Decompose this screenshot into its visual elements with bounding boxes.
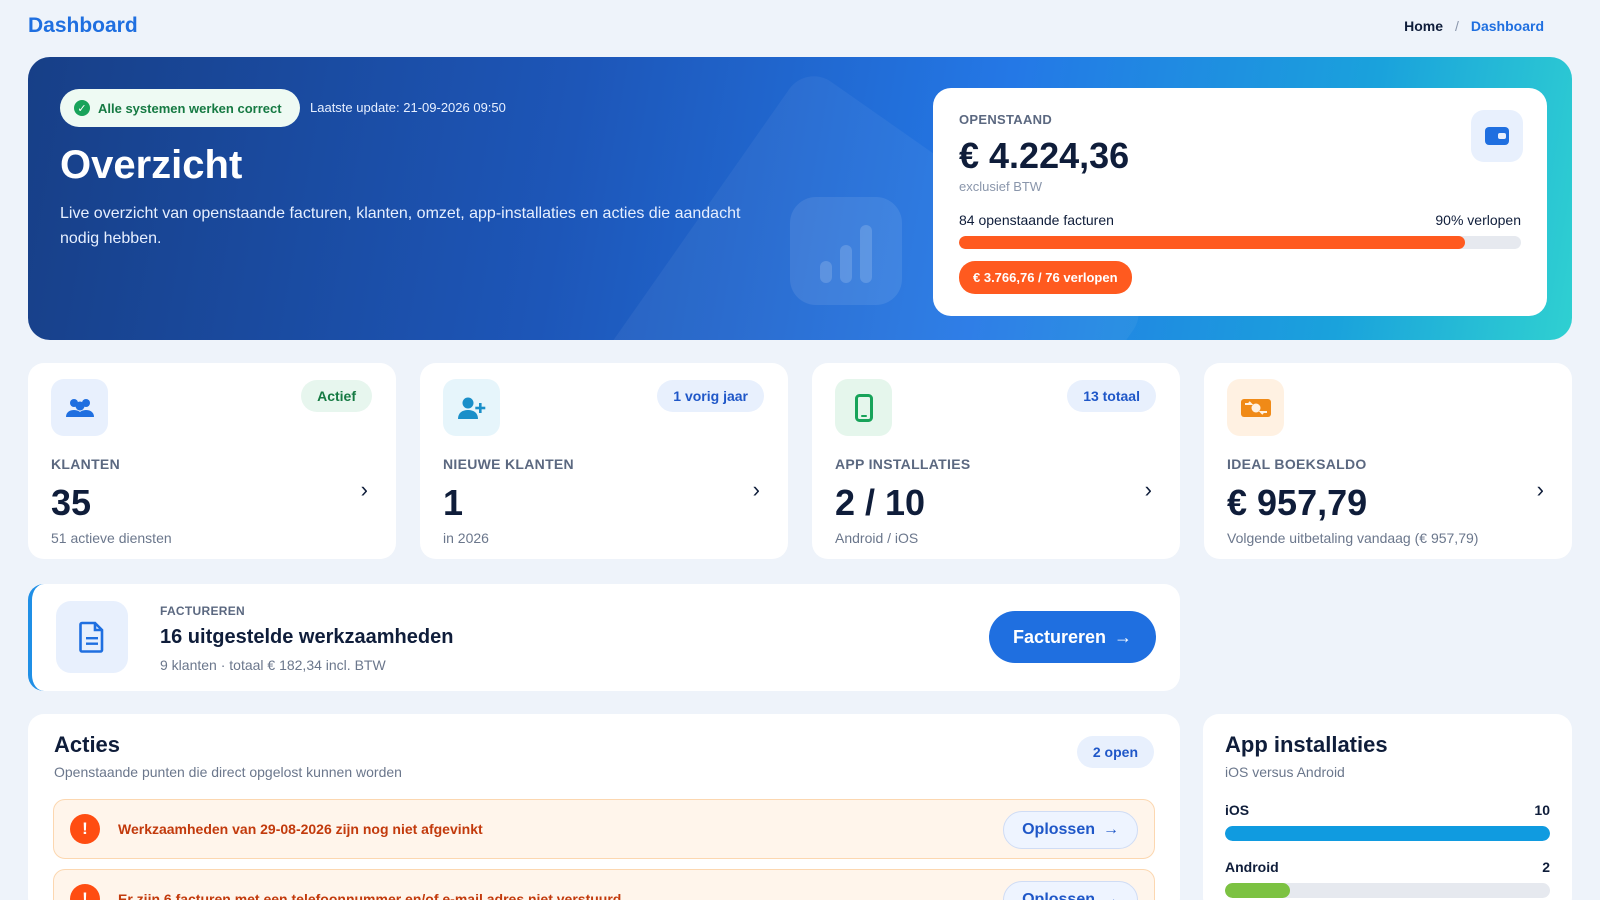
- open-count-badge: 2 open: [1076, 736, 1154, 768]
- hero-banner: ✓ Alle systemen werken correct Laatste u…: [28, 57, 1572, 340]
- arrow-right-icon: →: [1103, 891, 1119, 900]
- hero-title: Overzicht: [60, 143, 243, 187]
- action-text: Er zijn 6 facturen met een telefoonnumme…: [118, 891, 622, 900]
- stat-card-app-installaties[interactable]: 13 totaal APP INSTALLATIES 2 / 10 Androi…: [812, 363, 1180, 559]
- app-installs-panel: App installaties iOS versus Android iOS …: [1203, 714, 1572, 900]
- open-sub: exclusief BTW: [959, 179, 1043, 194]
- invoice-banner: FACTUREREN 16 uitgestelde werkzaamheden …: [28, 584, 1180, 691]
- system-status-badge: ✓ Alle systemen werken correct: [60, 89, 300, 127]
- user-plus-icon: [443, 379, 500, 436]
- wallet-icon: [1471, 110, 1523, 162]
- stat-sub: Android / iOS: [835, 530, 919, 546]
- breadcrumb-current: Dashboard: [1470, 18, 1544, 34]
- overdue-progress-bar: [959, 236, 1521, 249]
- chevron-right-icon[interactable]: ›: [1145, 477, 1152, 503]
- open-progress-row: 84 openstaande facturen 90% verlopen: [959, 212, 1521, 228]
- stat-label: APP INSTALLATIES: [835, 456, 971, 472]
- users-icon: [51, 379, 108, 436]
- stat-sub: Volgende uitbetaling vandaag (€ 957,79): [1227, 530, 1479, 546]
- open-label: OPENSTAAND: [959, 112, 1053, 127]
- top-bar: Dashboard Home / Dashboard: [28, 6, 1558, 46]
- stat-card-nieuwe-klanten[interactable]: 1 vorig jaar NIEUWE KLANTEN 1 in 2026 ›: [420, 363, 788, 559]
- app-bar-fill: [1225, 826, 1550, 841]
- chevron-right-icon[interactable]: ›: [753, 477, 760, 503]
- app-bar: [1225, 826, 1550, 841]
- chevron-right-icon[interactable]: ›: [1537, 477, 1544, 503]
- chart-bars-icon: [790, 197, 902, 305]
- alert-icon: !: [70, 884, 100, 900]
- stat-sub: 51 actieve diensten: [51, 530, 172, 546]
- solve-button-label: Oplossen: [1022, 891, 1095, 900]
- action-item: ! Werkzaamheden van 29-08-2026 zijn nog …: [53, 799, 1155, 859]
- solve-button[interactable]: Oplossen →: [1003, 811, 1138, 849]
- stat-value: 2 / 10: [835, 482, 926, 523]
- stat-label: IDEAL BOEKSALDO: [1227, 456, 1367, 472]
- invoice-button[interactable]: Factureren →: [988, 611, 1156, 663]
- actions-title: Acties: [54, 732, 121, 757]
- solve-button-label: Oplossen: [1022, 821, 1095, 838]
- arrow-right-icon: →: [1103, 821, 1119, 838]
- breadcrumb-separator: /: [1454, 18, 1459, 34]
- actions-panel: Acties Openstaande punten die direct opg…: [28, 714, 1180, 900]
- solve-button[interactable]: Oplossen →: [1003, 881, 1138, 900]
- phone-icon: [835, 379, 892, 436]
- stat-label: NIEUWE KLANTEN: [443, 456, 574, 472]
- overdue-badge[interactable]: € 3.766,76 / 76 verlopen: [959, 261, 1132, 294]
- total-badge: 13 totaal: [1067, 380, 1156, 412]
- overdue-progress-fill: [959, 236, 1465, 249]
- alert-icon: !: [70, 814, 100, 844]
- system-status-text: Alle systemen werken correct: [98, 100, 282, 116]
- app-bar-fill: [1225, 883, 1290, 898]
- check-circle-icon: ✓: [74, 100, 90, 116]
- invoice-button-label: Factureren: [1012, 626, 1106, 647]
- money-transfer-icon: [1227, 379, 1284, 436]
- app-row-label: Android: [1225, 859, 1279, 875]
- breadcrumb: Home / Dashboard: [1404, 18, 1544, 34]
- page-title: Dashboard: [28, 14, 138, 37]
- chevron-right-icon[interactable]: ›: [361, 477, 368, 503]
- stat-label: KLANTEN: [51, 456, 120, 472]
- app-row-value: 10: [1534, 802, 1550, 818]
- app-bar: [1225, 883, 1550, 898]
- app-installs-title: App installaties: [1225, 732, 1388, 757]
- stat-card-ideal-boeksaldo[interactable]: IDEAL BOEKSALDO € 957,79 Volgende uitbet…: [1204, 363, 1572, 559]
- action-text: Werkzaamheden van 29-08-2026 zijn nog ni…: [118, 821, 483, 837]
- action-item: ! Er zijn 6 facturen met een telefoonnum…: [53, 869, 1155, 900]
- open-count: 84 openstaande facturen: [959, 212, 1114, 228]
- invoice-label: FACTUREREN: [160, 604, 246, 618]
- document-icon: [56, 601, 128, 673]
- breadcrumb-home-link[interactable]: Home: [1404, 18, 1443, 34]
- arrow-right-icon: →: [1114, 626, 1132, 647]
- stat-card-klanten[interactable]: Actief KLANTEN 35 51 actieve diensten ›: [28, 363, 396, 559]
- app-row-value: 2: [1542, 859, 1550, 875]
- open-invoices-card[interactable]: OPENSTAAND € 4.224,36 exclusief BTW 84 o…: [933, 88, 1547, 316]
- previous-year-badge: 1 vorig jaar: [657, 380, 764, 412]
- invoice-sub: 9 klanten · totaal € 182,34 incl. BTW: [160, 657, 386, 673]
- stat-sub: in 2026: [443, 530, 489, 546]
- invoice-title: 16 uitgestelde werkzaamheden: [160, 626, 454, 648]
- app-row-android: Android 2: [1225, 859, 1550, 898]
- stat-value: 1: [443, 482, 464, 523]
- hero-description: Live overzicht van openstaande facturen,…: [60, 205, 741, 247]
- last-update: Laatste update: 21-09-2026 09:50: [310, 100, 506, 115]
- app-row-ios: iOS 10: [1225, 802, 1550, 841]
- stat-value: 35: [51, 482, 92, 523]
- open-amount: € 4.224,36: [959, 135, 1130, 176]
- app-installs-sub: iOS versus Android: [1225, 764, 1345, 780]
- overdue-percentage: 90% verlopen: [1435, 212, 1521, 228]
- stat-value: € 957,79: [1227, 482, 1368, 523]
- app-row-label: iOS: [1225, 802, 1250, 818]
- status-badge: Actief: [301, 380, 372, 412]
- actions-sub: Openstaande punten die direct opgelost k…: [54, 764, 402, 780]
